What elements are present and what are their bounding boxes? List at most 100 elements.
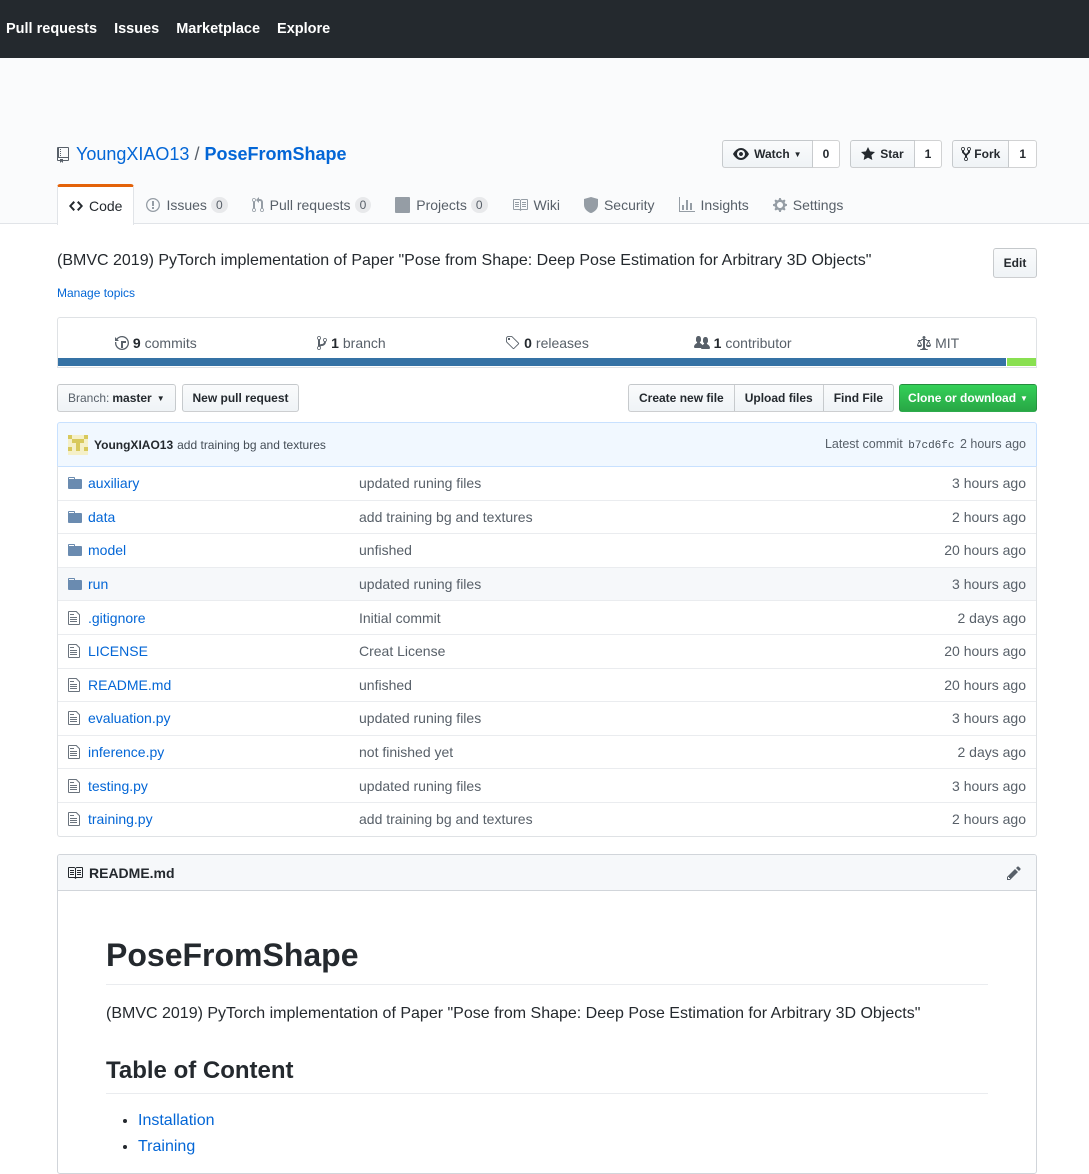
file-commit-message[interactable]: not finished yet [359,744,916,760]
branch-select-button[interactable]: Branch: master ▼ [57,384,176,412]
commit-author-link[interactable]: YoungXIAO13 [94,438,173,452]
file-age: 2 hours ago [952,508,1026,525]
file-icon [68,745,80,760]
file-name-link[interactable]: auxiliary [88,475,359,491]
file-commit-message[interactable]: updated runing files [359,475,916,491]
file-name-link[interactable]: LICENSE [88,643,359,659]
issue-icon [146,197,161,212]
new-pull-request-button[interactable]: New pull request [182,384,299,412]
clone-download-button[interactable]: Clone or download ▼ [899,384,1037,412]
table-row[interactable]: .gitignore Initial commit 2 days ago [58,600,1036,634]
table-row[interactable]: run updated runing files 3 hours ago [58,566,1036,601]
star-button[interactable]: Star [850,140,915,168]
file-icon [68,644,80,659]
chevron-down-icon: ▼ [156,393,165,403]
list-item: Installation [138,1112,988,1130]
watch-count[interactable]: 0 [812,140,841,168]
tab-code[interactable]: Code [57,184,135,225]
table-row[interactable]: data add training bg and textures 2 hours … [58,499,1036,534]
tab-wiki[interactable]: Wiki [500,184,572,224]
file-name-link[interactable]: README.md [88,677,359,693]
file-commit-message[interactable]: unfished [359,677,916,693]
file-name-link[interactable]: testing.py [88,778,359,794]
latest-commit-bar: YoungXIAO13 add training bg and textures… [57,422,1037,467]
tab-insights[interactable]: Insights [667,184,761,224]
tab-pull-requests-counter: 0 [354,196,372,213]
language-bar[interactable] [58,358,1036,366]
file-age: 3 hours ago [952,777,1026,794]
tab-security-label: Security [603,196,655,213]
nav-explore[interactable]: Explore [277,21,330,37]
file-name-link[interactable]: data [88,509,359,525]
fork-button[interactable]: Fork [952,140,1010,168]
file-icon-cell [58,710,88,726]
language-segment[interactable] [58,358,1006,366]
file-commit-message[interactable]: add training bg and textures [359,509,916,525]
file-name-link[interactable]: run [88,576,359,592]
toc-link-training[interactable]: Training [138,1138,195,1155]
file-commit-message[interactable]: Initial commit [359,610,916,626]
language-segment[interactable] [1006,358,1036,366]
file-age: 2 days ago [957,744,1027,761]
edit-description-button[interactable]: Edit [993,248,1037,278]
file-commit-message[interactable]: add training bg and textures [359,811,916,827]
eye-icon [733,148,750,160]
file-icon-cell [58,677,88,693]
find-file-button[interactable]: Find File [822,384,895,412]
file-commit-message[interactable]: unfished [359,542,916,558]
manage-topics-link[interactable]: Manage topics [57,286,135,300]
watch-label: Watch [754,147,790,161]
avatar[interactable] [68,434,88,455]
tag-icon [506,335,520,349]
file-name-link[interactable]: inference.py [88,744,359,760]
file-icon [68,677,80,692]
table-row[interactable]: auxiliary updated runing files 3 hours ago [58,466,1036,500]
file-age: 20 hours ago [944,542,1026,559]
file-commit-message[interactable]: updated runing files [359,710,916,726]
file-name-link[interactable]: training.py [88,811,359,827]
repo-separator: / [194,144,200,164]
nav-pull-requests[interactable]: Pull requests [6,21,97,37]
file-name-link[interactable]: evaluation.py [88,710,359,726]
file-commit-message[interactable]: Creat License [359,643,916,659]
gear-icon [772,197,787,212]
star-count[interactable]: 1 [914,140,943,168]
file-name-link[interactable]: .gitignore [88,610,359,626]
graph-icon [678,196,695,212]
nav-marketplace[interactable]: Marketplace [176,21,260,37]
repo-owner-link[interactable]: YoungXIAO13 [76,144,189,165]
tab-settings[interactable]: Settings [761,184,856,224]
tab-code-label: Code [89,198,123,214]
table-row[interactable]: model unfished 20 hours ago [58,533,1036,567]
table-row[interactable]: inference.py not finished yet 2 days ago [58,734,1036,769]
table-row[interactable]: README.md unfished 20 hours ago [58,667,1036,702]
file-commit-message[interactable]: updated runing files [359,778,916,794]
table-row[interactable]: evaluation.py updated runing files 3 hours… [58,701,1036,735]
watch-button[interactable]: Watch ▼ [722,140,813,168]
fork-count[interactable]: 1 [1009,140,1037,168]
code-icon [69,201,83,211]
tab-projects[interactable]: Projects 0 [383,184,499,224]
pencil-icon[interactable] [1007,865,1021,881]
tab-issues-counter: 0 [210,196,228,213]
tab-pull-requests[interactable]: Pull requests 0 [240,184,384,224]
file-name-link[interactable]: model [88,542,359,558]
repo-name-link[interactable]: PoseFromShape [204,144,346,165]
file-commit-message[interactable]: updated runing files [359,576,916,592]
repo-header: YoungXIAO13 / PoseFromShape Watch ▼ 0 St… [0,58,1089,225]
tab-issues[interactable]: Issues 0 [134,184,239,224]
table-row[interactable]: LICENSE Creat License 20 hours ago [58,633,1036,668]
fork-group: Fork 1 [952,140,1037,168]
commit-message-link[interactable]: add training bg and textures [177,438,326,452]
book-icon [68,866,83,879]
table-row[interactable]: training.py add training bg and textures 2… [58,801,1036,836]
nav-issues[interactable]: Issues [114,21,159,37]
repo-nav: Code Issues 0 Pull requests 0 Projects 0… [57,184,856,225]
table-row[interactable]: testing.py updated runing files 3 hours ag… [58,768,1036,802]
create-new-file-button[interactable]: Create new file [628,384,735,412]
branch-prefix: Branch: [68,391,110,405]
upload-files-button[interactable]: Upload files [733,384,824,412]
commit-sha-link[interactable]: b7cd6fc [908,440,954,452]
tab-security[interactable]: Security [572,184,667,224]
toc-link-installation[interactable]: Installation [138,1112,215,1129]
